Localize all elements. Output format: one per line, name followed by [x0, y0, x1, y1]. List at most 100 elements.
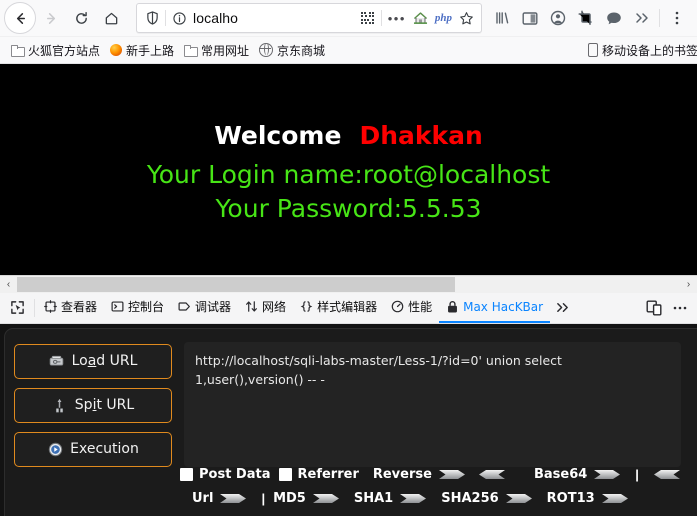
execution-button[interactable]: Execution	[14, 431, 172, 467]
bookmark-item-0[interactable]: 火狐官方站点	[6, 40, 105, 61]
element-picker-icon[interactable]	[2, 293, 32, 323]
bookmark-label: 新手上路	[126, 43, 175, 58]
rot13-arrow-icon[interactable]	[600, 492, 630, 505]
split-url-button[interactable]: Spit URL	[14, 387, 172, 423]
url-input[interactable]: localho	[190, 10, 357, 26]
network-icon	[245, 300, 258, 313]
url-encode-label[interactable]: Url	[192, 491, 213, 506]
shield-icon[interactable]	[141, 7, 163, 29]
devtools-options-icon[interactable]	[667, 293, 693, 323]
mobile-bookmarks-item[interactable]: 移动设备上的书签	[583, 37, 697, 63]
hackbar-row-1: Post Data Referrer Reverse Base64 |	[166, 463, 697, 487]
tab-performance[interactable]: 性能	[384, 293, 439, 323]
hackbar-row-2: Url | MD5 SHA1 SHA256 ROT13	[166, 487, 697, 511]
style-editor-icon	[300, 300, 313, 313]
info-circle-icon[interactable]	[168, 7, 190, 29]
tab-label: 调试器	[195, 300, 232, 314]
base64-decode-arrow-icon[interactable]	[652, 468, 682, 481]
url-textarea[interactable]: http://localhost/sqli-labs-master/Less-1…	[184, 341, 681, 467]
sha256-arrow-icon[interactable]	[504, 492, 534, 505]
base64-encode-arrow-icon[interactable]	[592, 468, 622, 481]
scroll-left-arrow-icon[interactable]: ‹	[0, 276, 17, 293]
url-encode-arrow-icon[interactable]	[218, 492, 248, 505]
post-data-label[interactable]: Post Data	[199, 467, 271, 482]
tab-label: Max HacKBar	[463, 299, 544, 314]
tab-network[interactable]: 网络	[238, 293, 293, 323]
tab-debugger[interactable]: 调试器	[171, 293, 238, 323]
library-icon[interactable]	[488, 4, 516, 32]
bookmark-item-1[interactable]: 新手上路	[105, 40, 179, 61]
row1-pipe-separator: |	[635, 467, 639, 482]
chevron-double-right-icon[interactable]	[550, 293, 575, 323]
browser-toolbar-buttons	[488, 4, 693, 32]
tab-style-editor[interactable]: 样式编辑器	[293, 293, 384, 323]
tab-inspector[interactable]: 查看器	[37, 293, 104, 323]
forward-button[interactable]	[36, 3, 66, 33]
toolbar-divider	[659, 9, 660, 27]
password-line: Your Password:5.5.53	[215, 194, 482, 223]
tab-label: 网络	[262, 300, 287, 314]
browser-navigation-toolbar: localho ••• php	[0, 0, 697, 37]
qr-code-icon[interactable]	[357, 7, 379, 29]
inspector-icon	[44, 300, 57, 313]
url-bar[interactable]: localho ••• php	[136, 3, 482, 33]
back-button[interactable]	[4, 2, 36, 34]
rot13-label[interactable]: ROT13	[547, 491, 595, 506]
hackbar-panel: Load URL Spit URL Execution http://local…	[0, 323, 697, 516]
screenshot-icon[interactable]	[572, 4, 600, 32]
button-label: Spit URL	[74, 397, 135, 413]
devtools-tab-bar: 查看器 控制台 调试器 网络 样式编辑器 性能 Max HacKBar	[0, 292, 697, 324]
sha1-label[interactable]: SHA1	[354, 491, 393, 506]
referrer-checkbox[interactable]	[278, 468, 292, 481]
welcome-line: Welcome Dhakkan	[0, 120, 697, 152]
reverse-label[interactable]: Reverse	[373, 467, 432, 482]
scrollbar-thumb[interactable]	[17, 276, 455, 292]
banner-text: Dhakkan	[359, 121, 483, 150]
tab-max-hackbar[interactable]: Max HacKBar	[439, 293, 551, 323]
devtools-toolbar-spacer	[575, 293, 641, 323]
scroll-right-arrow-icon[interactable]: ›	[680, 276, 697, 293]
mobile-device-icon	[587, 43, 598, 57]
mobile-bookmarks-label: 移动设备上的书签	[601, 43, 697, 58]
sidebar-icon[interactable]	[516, 4, 544, 32]
scrollbar-track[interactable]	[17, 275, 680, 293]
bookmark-label: 京东商城	[277, 43, 326, 58]
page-actions-icon[interactable]: •••	[384, 11, 410, 26]
tab-console[interactable]: 控制台	[104, 293, 171, 323]
bookmarks-toolbar: 火狐官方站点 新手上路 常用网址 京东商城 移动设备上的书签	[0, 37, 697, 64]
load-url-button[interactable]: Load URL	[14, 343, 172, 379]
sha256-label[interactable]: SHA256	[441, 491, 498, 506]
account-icon[interactable]	[544, 4, 572, 32]
devtools-toolbar-right	[641, 293, 697, 323]
performance-icon	[391, 300, 404, 313]
sqli-result-content: Welcome Dhakkan Your Login name:root@loca…	[0, 64, 697, 225]
hackbar-action-buttons: Load URL Spit URL Execution	[14, 342, 172, 467]
php-badge-icon[interactable]: php	[432, 12, 455, 24]
tab-label: 样式编辑器	[317, 300, 378, 314]
folder-icon	[184, 44, 199, 57]
console-icon	[111, 300, 124, 313]
home-page-icon[interactable]	[410, 7, 432, 29]
bookmark-item-3[interactable]: 京东商城	[254, 40, 330, 61]
md5-label[interactable]: MD5	[273, 491, 306, 506]
folder-icon	[11, 44, 25, 57]
sha1-arrow-icon[interactable]	[398, 492, 428, 505]
home-button[interactable]	[96, 3, 126, 33]
bookmark-item-2[interactable]: 常用网址	[179, 40, 254, 61]
page-horizontal-scrollbar[interactable]: ‹ ›	[0, 274, 697, 293]
globe-icon	[258, 42, 274, 57]
reload-button[interactable]	[66, 3, 96, 33]
app-menu-icon[interactable]	[663, 4, 691, 32]
debugger-icon	[178, 300, 191, 313]
base64-label[interactable]: Base64	[534, 467, 587, 482]
reverse-decode-arrow-icon[interactable]	[477, 468, 507, 481]
load-url-icon	[49, 353, 65, 369]
bookmark-star-icon[interactable]	[455, 7, 477, 29]
reverse-encode-arrow-icon[interactable]	[437, 468, 467, 481]
overflow-chevron-icon[interactable]	[628, 4, 656, 32]
md5-arrow-icon[interactable]	[311, 492, 341, 505]
pocket-icon[interactable]	[600, 4, 628, 32]
post-data-checkbox[interactable]	[180, 468, 193, 481]
referrer-label[interactable]: Referrer	[298, 467, 359, 482]
responsive-design-mode-icon[interactable]	[641, 293, 667, 323]
